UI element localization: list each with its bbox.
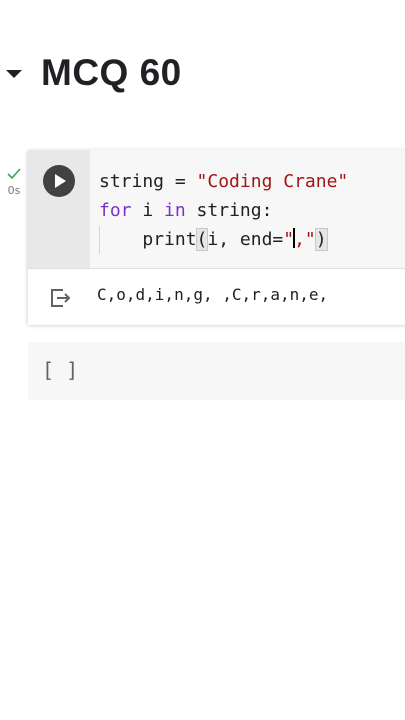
code-text[interactable]: string = "Coding Crane" for i in string:… — [99, 167, 348, 254]
section-header: MCQ 60 — [0, 48, 405, 100]
output-icon[interactable] — [48, 286, 72, 310]
code-line-1: string = "Coding Crane" — [99, 171, 349, 192]
run-cell-button[interactable] — [43, 165, 75, 197]
empty-cell-run-indicator[interactable]: [ ] — [42, 358, 78, 382]
check-icon — [7, 168, 21, 180]
cell-output: C,o,d,i,n,g, ,C,r,a,n,e, — [28, 268, 405, 325]
code-line-2: for i in string: — [99, 200, 273, 221]
code-editor[interactable]: string = "Coding Crane" for i in string:… — [90, 150, 405, 268]
collapse-arrow-icon[interactable] — [6, 70, 22, 78]
code-cell[interactable]: string = "Coding Crane" for i in string:… — [28, 150, 405, 325]
execution-status: 0s — [2, 168, 26, 197]
code-line-3: print(i, end=",") — [142, 228, 328, 251]
execution-time: 0s — [7, 184, 21, 197]
cell-gutter — [28, 150, 90, 268]
output-text: C,o,d,i,n,g, ,C,r,a,n,e, — [97, 285, 329, 304]
section-title: MCQ 60 — [41, 52, 182, 93]
empty-code-cell[interactable]: [ ] — [28, 342, 405, 400]
play-icon — [55, 174, 66, 188]
